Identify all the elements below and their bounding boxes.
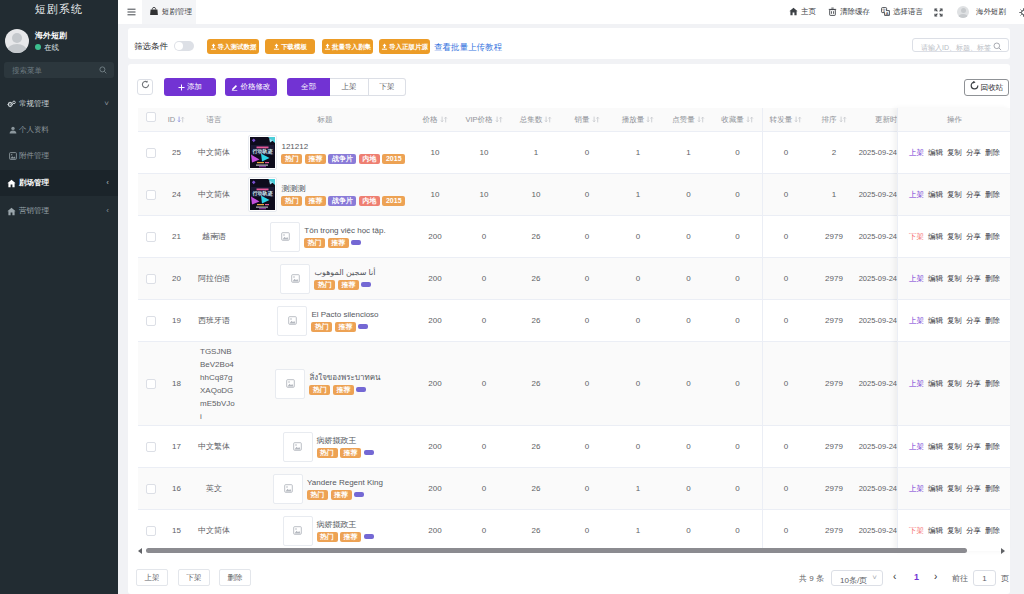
svg-text:行动轨迹: 行动轨迹 — [252, 190, 274, 197]
svg-text:行动轨迹: 行动轨迹 — [252, 148, 274, 155]
